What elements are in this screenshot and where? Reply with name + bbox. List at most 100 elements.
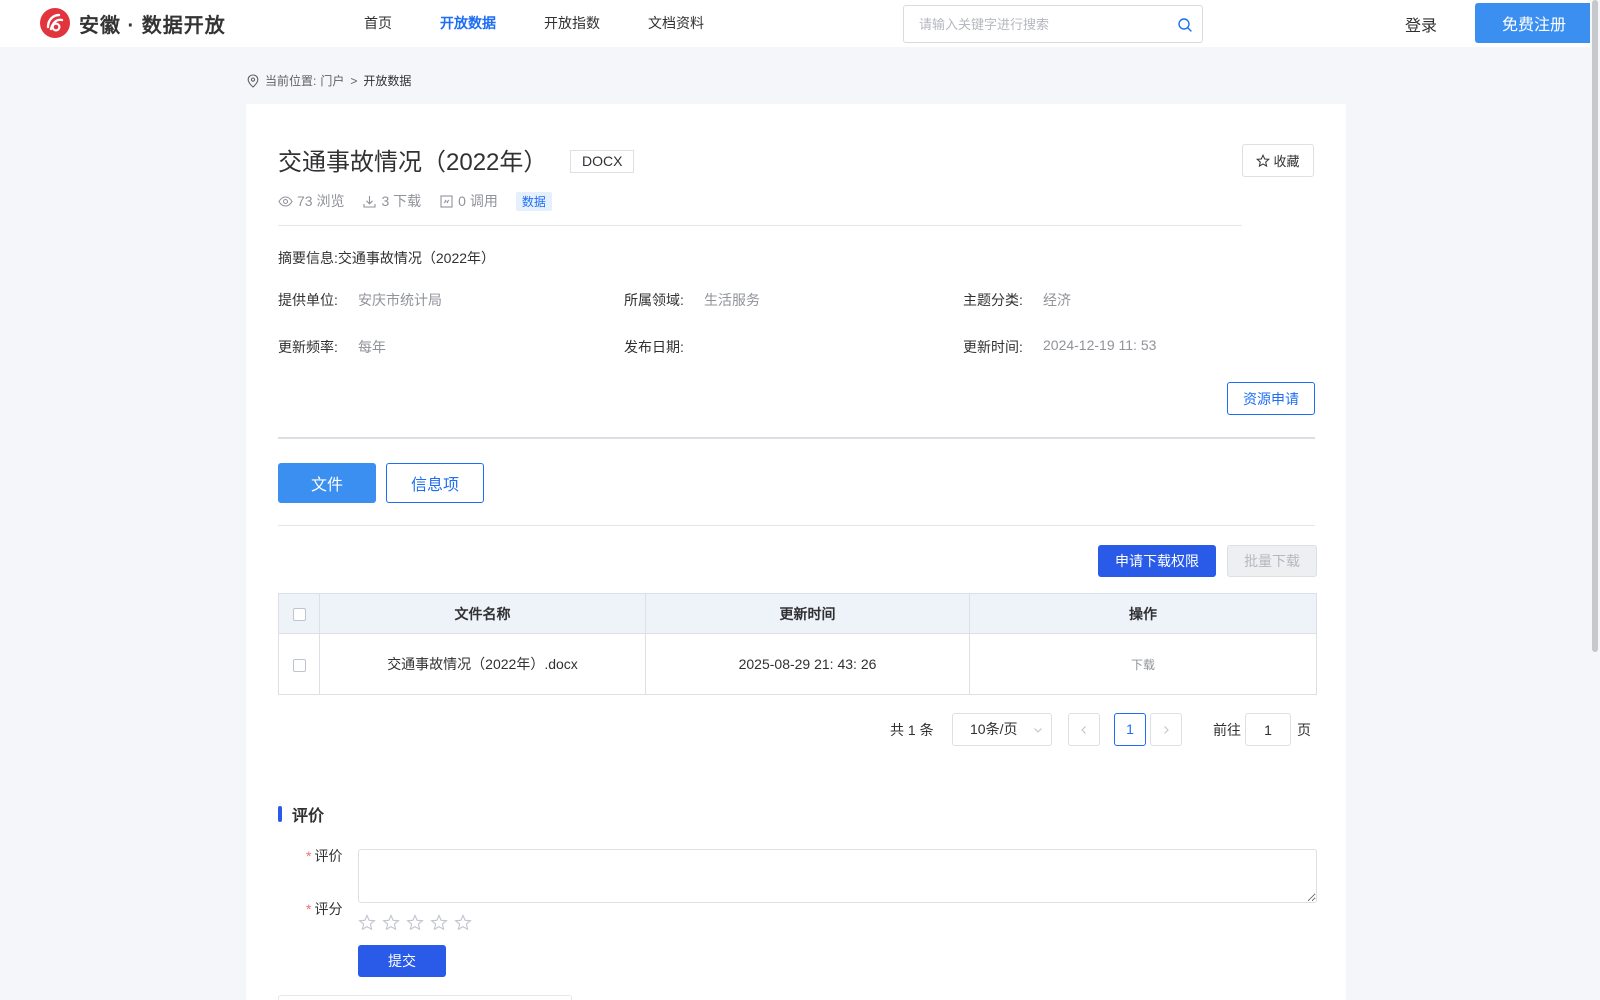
required-mark: * xyxy=(306,848,312,864)
table-header-row: 文件名称 更新时间 操作 xyxy=(278,593,1317,634)
goto-suffix: 页 xyxy=(1297,722,1311,738)
nav-documents[interactable]: 文档资料 xyxy=(624,0,728,47)
breadcrumb-prefix: 当前位置: xyxy=(265,74,317,88)
download-icon xyxy=(363,195,377,208)
type-badge: 数据 xyxy=(515,191,552,211)
comment-textarea[interactable] xyxy=(358,849,1317,903)
favorite-label: 收藏 xyxy=(1273,154,1300,169)
meta-value: 每年 xyxy=(358,339,386,355)
goto-page-input[interactable] xyxy=(1245,713,1291,746)
page-size-value: 10条/页 xyxy=(970,721,1018,737)
search-box xyxy=(903,5,1203,43)
column-header-name: 文件名称 xyxy=(319,593,646,634)
summary: 摘要信息:交通事故情况（2022年） xyxy=(278,248,495,268)
stats-bar: 73 浏览 3 下载 0 调用 数据 xyxy=(278,191,552,211)
meta-label: 更新时间: xyxy=(963,339,1023,355)
required-mark: * xyxy=(306,901,312,917)
rating-star-icon[interactable] xyxy=(454,914,472,932)
rating-label-text: 评分 xyxy=(314,901,343,917)
rating-stars[interactable] xyxy=(358,914,472,932)
next-page-button[interactable] xyxy=(1150,713,1182,746)
comment-label: * 评价 xyxy=(306,846,342,866)
meta-value: 安庆市统计局 xyxy=(358,292,442,308)
meta-topic: 主题分类: 经济 xyxy=(963,290,1309,310)
rating-star-icon[interactable] xyxy=(358,914,376,932)
meta-label: 发布日期: xyxy=(624,339,684,355)
meta-updated: 更新时间: 2024-12-19 11: 53 xyxy=(963,337,1309,357)
select-all-checkbox[interactable] xyxy=(292,608,306,622)
review-section-title: 评价 xyxy=(278,802,324,826)
download-link[interactable]: 下载 xyxy=(1131,658,1155,672)
rating-label: * 评分 xyxy=(306,899,342,919)
total-count: 共 1 条 xyxy=(890,722,934,738)
file-name-cell: 交通事故情况（2022年）.docx xyxy=(319,633,646,695)
logo-text: 安徽 · 数据开放 xyxy=(79,14,226,37)
star-icon xyxy=(1256,153,1271,167)
breadcrumb-current: 开放数据 xyxy=(363,74,412,88)
summary-value: 交通事故情况（2022年） xyxy=(337,250,496,266)
page-number[interactable]: 1 xyxy=(1114,713,1146,746)
file-table: 文件名称 更新时间 操作 交通事故情况（2022年）.docx 2025-08-… xyxy=(278,593,1317,695)
download-count-text: 3 下载 xyxy=(381,193,422,209)
scrollbar[interactable] xyxy=(1590,0,1600,1000)
meta-value: 经济 xyxy=(1043,292,1071,308)
table-row: 交通事故情况（2022年）.docx 2025-08-29 21: 43: 26… xyxy=(278,633,1317,695)
download-count: 3 下载 xyxy=(362,191,421,211)
location-pin-icon xyxy=(247,73,259,88)
comment-list-box xyxy=(278,995,572,1000)
rating-star-icon[interactable] xyxy=(382,914,400,932)
register-button[interactable]: 免费注册 xyxy=(1475,3,1593,43)
file-updated-cell: 2025-08-29 21: 43: 26 xyxy=(645,633,970,695)
favorite-button[interactable]: 收藏 xyxy=(1242,144,1314,177)
search-icon[interactable] xyxy=(1177,17,1193,33)
page-size-select[interactable]: 10条/页 xyxy=(952,713,1052,746)
breadcrumb-separator: > xyxy=(350,73,358,88)
apply-download-permission-button[interactable]: 申请下载权限 xyxy=(1098,545,1216,577)
row-checkbox[interactable] xyxy=(292,658,306,672)
meta-domain: 所属领域: 生活服务 xyxy=(624,290,963,310)
call-count-text: 0 调用 xyxy=(458,193,498,209)
row-select-cell xyxy=(278,633,320,695)
search-input[interactable] xyxy=(904,6,1164,42)
rating-star-icon[interactable] xyxy=(430,914,448,932)
comment-label-text: 评价 xyxy=(314,848,343,864)
column-header-action: 操作 xyxy=(969,593,1317,634)
meta-label: 所属领域: xyxy=(624,292,684,308)
select-all-cell xyxy=(278,593,320,634)
divider xyxy=(278,437,1315,439)
pagination: 共 1 条 10条/页 1 前往 页 xyxy=(246,713,1317,746)
main-nav: 首页 开放数据 开放指数 文档资料 xyxy=(340,0,728,47)
api-icon xyxy=(440,194,453,208)
login-link[interactable]: 登录 xyxy=(1405,12,1437,36)
chevron-left-icon xyxy=(1081,725,1086,734)
summary-label: 摘要信息: xyxy=(278,250,338,266)
nav-open-index[interactable]: 开放指数 xyxy=(520,0,624,47)
tab-file[interactable]: 文件 xyxy=(278,463,376,503)
format-tag: DOCX xyxy=(570,150,635,173)
meta-label: 更新频率: xyxy=(278,339,338,355)
view-count-text: 73 浏览 xyxy=(297,193,345,209)
chevron-right-icon xyxy=(1164,725,1169,734)
scrollbar-thumb[interactable] xyxy=(1592,0,1598,652)
nav-home[interactable]: 首页 xyxy=(340,0,416,47)
breadcrumb-home[interactable]: 门户 xyxy=(320,72,344,89)
meta-frequency: 更新频率: 每年 xyxy=(278,337,624,357)
eye-icon xyxy=(278,195,293,207)
view-count: 73 浏览 xyxy=(278,191,344,211)
batch-download-button[interactable]: 批量下载 xyxy=(1227,545,1317,577)
prev-page-button[interactable] xyxy=(1068,713,1100,746)
column-header-updated: 更新时间 xyxy=(645,593,970,634)
review-title-text: 评价 xyxy=(292,808,325,825)
meta-row-2: 更新频率: 每年 发布日期: 更新时间: 2024-12-19 11: 53 xyxy=(278,337,1309,357)
nav-open-data[interactable]: 开放数据 xyxy=(416,0,520,47)
divider xyxy=(278,525,1315,526)
rating-star-icon[interactable] xyxy=(406,914,424,932)
submit-button[interactable]: 提交 xyxy=(358,945,446,977)
tab-info-items[interactable]: 信息项 xyxy=(386,463,484,503)
meta-label: 提供单位: xyxy=(278,292,338,308)
meta-row-1: 提供单位: 安庆市统计局 所属领域: 生活服务 主题分类: 经济 xyxy=(278,290,1309,310)
apply-resource-button[interactable]: 资源申请 xyxy=(1227,382,1315,415)
logo[interactable]: 安徽 · 数据开放 xyxy=(39,7,226,39)
section-accent-bar xyxy=(278,806,282,822)
meta-value: 生活服务 xyxy=(704,292,760,308)
